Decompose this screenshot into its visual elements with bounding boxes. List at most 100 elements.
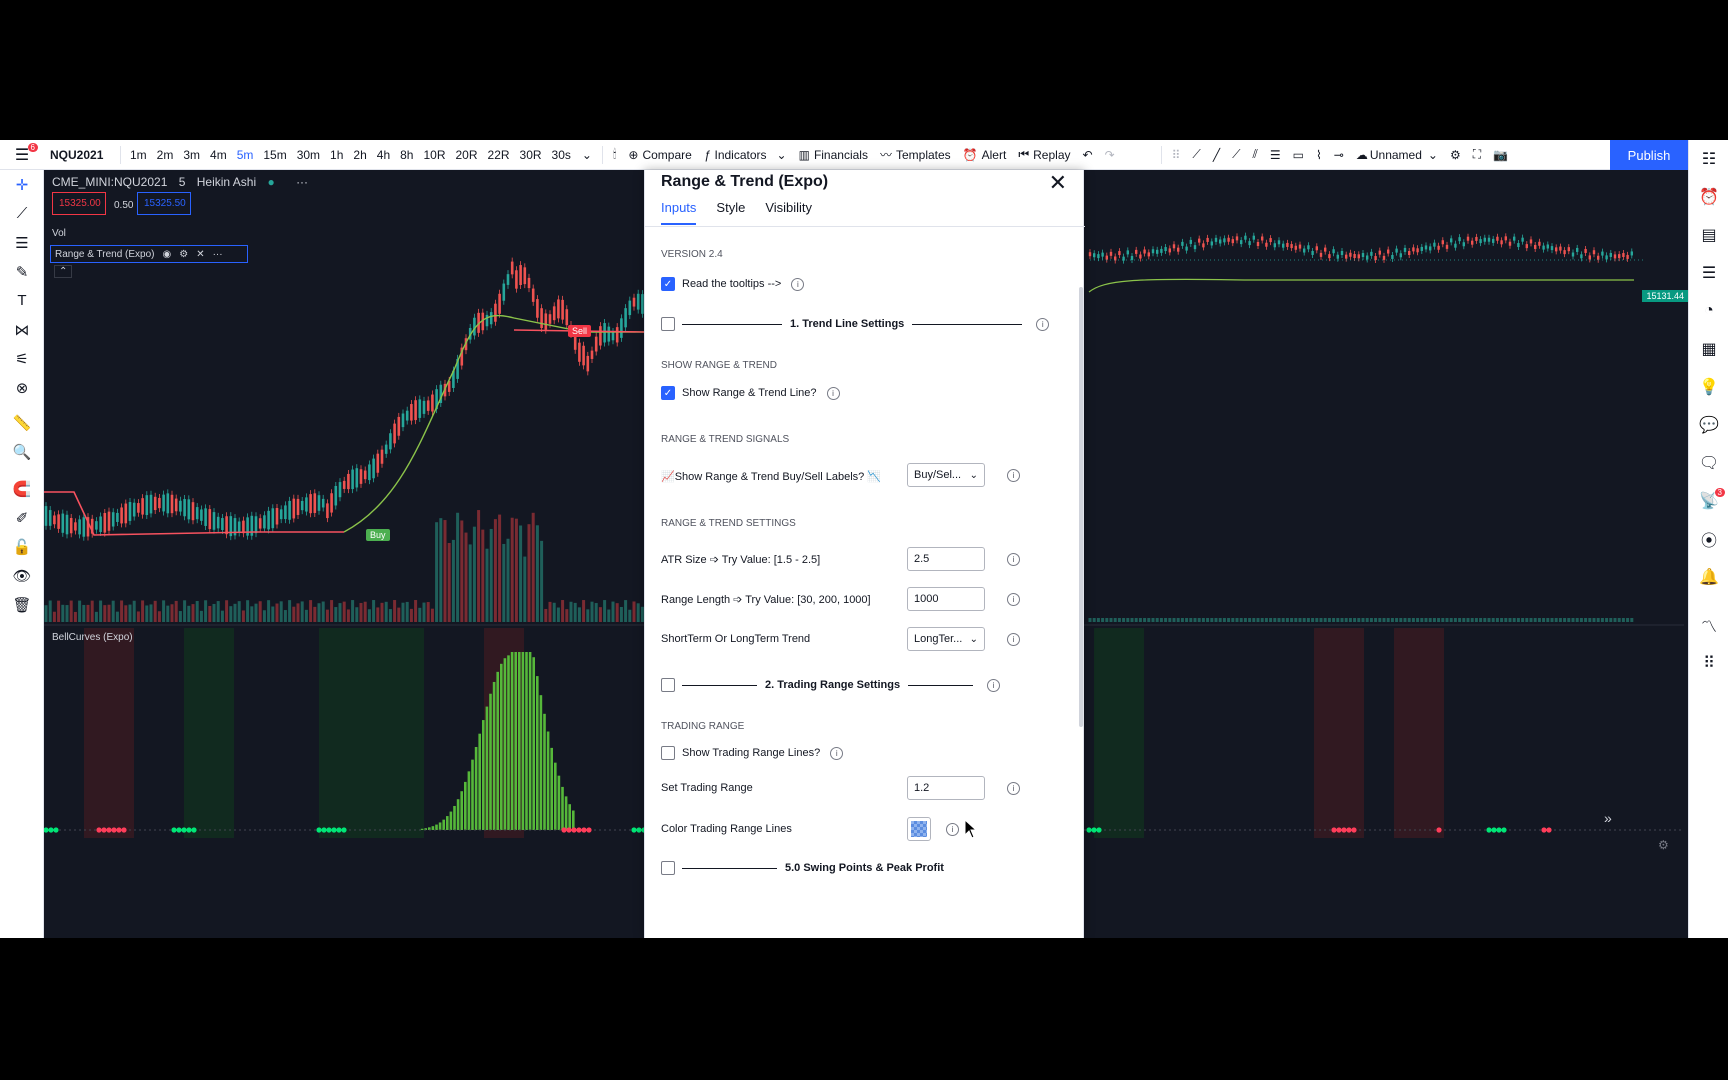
info-icon[interactable]: i: [791, 277, 805, 291]
ray-tool-button[interactable]: ╱: [1207, 140, 1226, 170]
show-trading-lines-checkbox[interactable]: [661, 746, 675, 760]
sell-price-box[interactable]: 15325.00: [52, 192, 106, 215]
parallel-channel-tool-button[interactable]: ⫽: [1246, 140, 1263, 170]
alert-button[interactable]: ⏰ Alert: [957, 140, 1013, 170]
alerts-button[interactable]: ⏰: [1689, 178, 1728, 216]
templates-button[interactable]: 〰 Templates: [874, 140, 957, 170]
more-icon[interactable]: ···: [213, 249, 223, 260]
timeframe-30s[interactable]: 30s: [547, 140, 576, 170]
inputs-panel[interactable]: VERSION 2.4 ✓ Read the tooltips --> i 1.…: [645, 227, 1085, 938]
tab-visibility[interactable]: Visibility: [765, 200, 812, 225]
timeframe-20R[interactable]: 20R: [451, 140, 483, 170]
info-icon[interactable]: i: [1007, 782, 1020, 795]
info-icon[interactable]: i: [826, 386, 840, 400]
extended-line-tool-button[interactable]: ⟋: [1226, 140, 1246, 170]
close-icon[interactable]: ✕: [196, 249, 204, 260]
swing-settings-checkbox[interactable]: [661, 861, 675, 875]
layout-name-button[interactable]: ☁ Unnamed ⌄: [1350, 140, 1444, 170]
pattern-tool[interactable]: ⋈: [0, 315, 44, 344]
fib-tool-button[interactable]: ☰: [1264, 140, 1287, 170]
rectangle-tool-button[interactable]: ▭: [1287, 140, 1310, 170]
timeframe-dropdown-button[interactable]: ⌄: [576, 140, 598, 170]
close-dialog-button[interactable]: ✕: [1049, 170, 1067, 196]
indicator-legend-row[interactable]: Range & Trend (Expo) ◉ ⚙ ✕ ···: [50, 245, 248, 263]
chats-button[interactable]: 💬: [1689, 406, 1728, 444]
text-tool[interactable]: T: [0, 286, 44, 315]
timeframe-22R[interactable]: 22R: [483, 140, 515, 170]
timeframe-15m[interactable]: 15m: [258, 140, 291, 170]
timeframe-30m[interactable]: 30m: [292, 140, 325, 170]
crosshair-tool[interactable]: ✛: [0, 170, 44, 199]
lock-drawings-tool[interactable]: 🔓: [0, 532, 44, 561]
tab-inputs[interactable]: Inputs: [661, 200, 697, 225]
timeframe-4h[interactable]: 4h: [372, 140, 395, 170]
calendar-button[interactable]: ▦: [1689, 330, 1728, 368]
zoom-tool[interactable]: 🔍: [0, 437, 44, 466]
horizontal-line-tool-button[interactable]: ⊸: [1328, 140, 1350, 170]
drag-handle-icon[interactable]: ⠿: [1166, 140, 1187, 170]
atr-size-input[interactable]: 2.5: [907, 547, 985, 571]
scroll-to-latest-button[interactable]: »: [1604, 810, 1612, 826]
magnet-tool[interactable]: 🧲: [0, 474, 44, 503]
delete-drawings-tool[interactable]: 🗑: [0, 590, 44, 619]
indicators-button[interactable]: ƒ Indicators ⌄: [698, 140, 793, 170]
prediction-tool[interactable]: ⚟: [0, 344, 44, 373]
path-tool-button[interactable]: ⌇: [1310, 140, 1328, 170]
range-length-input[interactable]: 1000: [907, 587, 985, 611]
chart-style-button[interactable]: 🕯: [607, 140, 622, 170]
info-icon[interactable]: i: [830, 746, 844, 760]
symbol-search[interactable]: NQU2021: [44, 140, 116, 170]
ruler-tool[interactable]: 📏: [0, 408, 44, 437]
replay-button[interactable]: ⏮ Replay: [1012, 140, 1076, 170]
timeframe-1h[interactable]: 1h: [325, 140, 348, 170]
hide-drawings-tool[interactable]: 👁: [0, 561, 44, 590]
timeframe-3m[interactable]: 3m: [178, 140, 205, 170]
timeframe-2h[interactable]: 2h: [348, 140, 371, 170]
data-window-button[interactable]: ▤: [1689, 216, 1728, 254]
trend-line-tool-button[interactable]: ⟋: [1186, 140, 1206, 170]
labels-select[interactable]: Buy/Sel... ⌄: [907, 463, 985, 487]
bell-button[interactable]: 🔔: [1689, 558, 1728, 596]
timeframe-1m[interactable]: 1m: [125, 140, 152, 170]
news-button[interactable]: ☰: [1689, 254, 1728, 292]
timeframe-10R[interactable]: 10R: [418, 140, 450, 170]
remove-tool[interactable]: ⊗: [0, 373, 44, 402]
collapse-legend-button[interactable]: ⌃: [54, 265, 73, 278]
private-chats-button[interactable]: 🗨: [1689, 444, 1728, 482]
info-icon[interactable]: i: [1007, 593, 1020, 606]
undo-button[interactable]: ↶: [1077, 140, 1099, 170]
tab-style[interactable]: Style: [716, 200, 745, 225]
timeframe-5m[interactable]: 5m: [232, 140, 259, 170]
trend-settings-checkbox[interactable]: [661, 317, 675, 331]
buy-price-box[interactable]: 15325.50: [137, 192, 191, 215]
trend-line-tool[interactable]: ⟋: [0, 199, 44, 228]
timeframe-8h[interactable]: 8h: [395, 140, 418, 170]
dom-button[interactable]: ⠿: [1689, 644, 1728, 682]
show-range-trend-checkbox[interactable]: ✓: [661, 386, 675, 400]
settings-button[interactable]: ⚙: [1444, 140, 1467, 170]
dialog-scrollbar[interactable]: [1079, 287, 1083, 727]
info-icon[interactable]: i: [1007, 633, 1020, 646]
trading-panel-button[interactable]: 〽: [1689, 606, 1728, 644]
watchlist-button[interactable]: ☷: [1689, 140, 1728, 178]
brush-tool[interactable]: ✎: [0, 257, 44, 286]
hotlist-button[interactable]: ◔: [1689, 292, 1728, 330]
fib-tool[interactable]: ☰: [0, 228, 44, 257]
color-lines-swatch[interactable]: [907, 817, 931, 841]
gear-icon[interactable]: ⚙: [179, 249, 188, 260]
streams-button[interactable]: ⦿: [1689, 520, 1728, 558]
snapshot-button[interactable]: 📷: [1487, 140, 1514, 170]
chart-settings-icon[interactable]: ⚙: [1658, 838, 1669, 852]
financials-button[interactable]: ▥ Financials: [793, 140, 874, 170]
stay-drawing-tool[interactable]: ✐: [0, 503, 44, 532]
main-menu-button[interactable]: ☰ 6: [0, 140, 44, 170]
info-icon[interactable]: i: [946, 823, 959, 836]
timeframe-30R[interactable]: 30R: [515, 140, 547, 170]
compare-button[interactable]: ⊕ Compare: [622, 140, 697, 170]
trading-settings-checkbox[interactable]: [661, 678, 675, 692]
info-icon[interactable]: i: [1036, 317, 1050, 331]
more-icon[interactable]: ···: [296, 175, 308, 189]
timeframe-2m[interactable]: 2m: [152, 140, 179, 170]
info-icon[interactable]: i: [1007, 553, 1020, 566]
publish-button[interactable]: Publish: [1610, 140, 1688, 170]
